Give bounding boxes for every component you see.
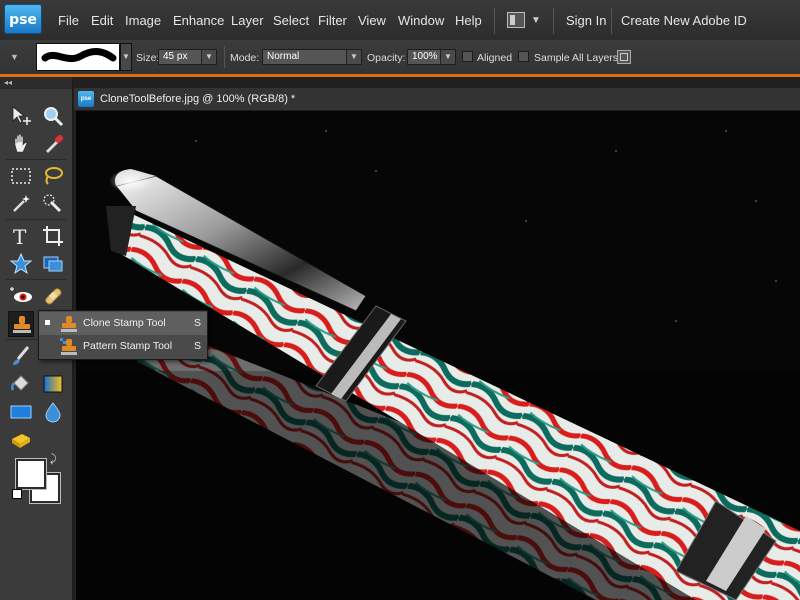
flyout-item-shortcut: S [193, 340, 201, 352]
layout-switch-button[interactable]: ▼ [503, 10, 543, 32]
quick-selection-tool-icon[interactable] [40, 191, 66, 217]
menu-filter[interactable]: Filter [318, 13, 347, 28]
size-field[interactable]: 45 px ▼ [158, 49, 217, 65]
clone-stamp-icon [59, 314, 79, 334]
opacity-value: 100% [412, 51, 438, 62]
clone-stamp-tool-icon[interactable] [8, 311, 34, 337]
flyout-item-pattern-stamp[interactable]: Pattern Stamp Tool S [39, 335, 207, 358]
tool-options-bar: ▼ ▼ Size: 45 px ▼ Mode: Normal ▼ Opacity… [0, 40, 800, 77]
sponge-tool-icon[interactable] [8, 427, 34, 453]
menu-select[interactable]: Select [273, 13, 309, 28]
flyout-item-label: Pattern Stamp Tool [83, 340, 173, 352]
sample-all-layers-checkbox[interactable] [518, 51, 529, 62]
size-value: 45 px [163, 51, 188, 62]
tool-preset-picker-icon[interactable]: ▼ [10, 52, 19, 62]
toolbox-collapse[interactable]: ◂◂ [0, 77, 72, 89]
type-tool-icon[interactable]: T [8, 223, 34, 249]
overlay-options-icon[interactable] [617, 50, 631, 64]
pattern-stamp-icon [59, 337, 79, 357]
options-separator [224, 46, 225, 68]
chevron-down-icon[interactable]: ▼ [440, 50, 455, 64]
aligned-label: Aligned [477, 52, 513, 64]
stamp-tool-flyout: Clone Stamp Tool S Pattern Stamp Tool S [38, 310, 208, 360]
menu-bar: pse File Edit Image Enhance Layer Select… [0, 0, 800, 41]
size-label: Size: [136, 52, 160, 64]
chevron-down-icon[interactable]: ▼ [346, 50, 361, 64]
magic-wand-tool-icon[interactable] [8, 191, 34, 217]
foreground-color-swatch[interactable] [15, 458, 47, 490]
spot-healing-brush-tool-icon[interactable] [40, 283, 66, 309]
color-swatches: ⤸ [12, 453, 64, 507]
blur-tool-icon[interactable] [40, 399, 66, 425]
eyedropper-tool-icon[interactable] [40, 131, 66, 157]
document-icon: pse [78, 91, 94, 107]
move-tool-icon[interactable] [8, 103, 34, 129]
document-tab[interactable]: pse CloneToolBefore.jpg @ 100% (RGB/8) * [74, 88, 800, 111]
chevron-down-icon[interactable]: ▼ [201, 50, 216, 64]
crop-tool-icon[interactable] [40, 223, 66, 249]
menu-image[interactable]: Image [125, 13, 161, 28]
flyout-item-label: Clone Stamp Tool [83, 317, 166, 329]
layout-icon [507, 12, 525, 28]
rectangle-shape-tool-icon[interactable] [8, 399, 34, 425]
straighten-tool-icon[interactable] [40, 251, 66, 277]
selected-bullet-icon [45, 320, 50, 325]
red-eye-removal-tool-icon[interactable] [8, 283, 34, 309]
document-title: CloneToolBefore.jpg @ 100% (RGB/8) * [100, 93, 296, 105]
menu-separator [553, 8, 554, 34]
flyout-item-shortcut: S [193, 317, 201, 329]
menu-file[interactable]: File [58, 13, 79, 28]
hand-tool-icon[interactable] [8, 131, 34, 157]
brush-picker-arrow[interactable]: ▼ [120, 43, 132, 71]
menu-edit[interactable]: Edit [91, 13, 113, 28]
default-colors-icon[interactable] [12, 489, 22, 499]
menu-help[interactable]: Help [455, 13, 482, 28]
toolbox-separator [6, 279, 66, 280]
menu-separator [611, 8, 612, 34]
svg-text:T: T [13, 225, 27, 249]
sign-in-link[interactable]: Sign In [566, 13, 606, 28]
sample-all-layers-label: Sample All Layers [534, 52, 619, 64]
flyout-item-clone-stamp[interactable]: Clone Stamp Tool S [39, 312, 207, 335]
menu-enhance[interactable]: Enhance [173, 13, 224, 28]
opacity-label: Opacity: [367, 52, 406, 64]
cookie-cutter-tool-icon[interactable] [8, 251, 34, 277]
lasso-tool-icon[interactable] [40, 163, 66, 189]
brush-tool-icon[interactable] [8, 343, 34, 369]
swap-colors-icon[interactable]: ⤸ [50, 453, 57, 466]
menu-window[interactable]: Window [398, 13, 444, 28]
rectangular-marquee-tool-icon[interactable] [8, 163, 34, 189]
app-logo: pse [4, 4, 42, 34]
zoom-tool-icon[interactable] [40, 103, 66, 129]
create-adobe-id-link[interactable]: Create New Adobe ID [621, 13, 747, 28]
menu-separator [494, 8, 495, 34]
mode-value: Normal [267, 51, 300, 62]
opacity-field[interactable]: 100% ▼ [407, 49, 456, 65]
menu-layer[interactable]: Layer [231, 13, 264, 28]
toolbox-separator [6, 219, 66, 220]
menu-view[interactable]: View [358, 13, 386, 28]
brush-preview[interactable] [36, 43, 120, 71]
mode-select[interactable]: Normal ▼ [262, 49, 362, 65]
aligned-checkbox[interactable] [462, 51, 473, 62]
paint-bucket-tool-icon[interactable] [8, 371, 34, 397]
mode-label: Mode: [230, 52, 260, 64]
chevron-down-icon: ▼ [531, 15, 541, 26]
toolbox-separator [6, 159, 66, 160]
gradient-tool-icon[interactable] [40, 371, 66, 397]
